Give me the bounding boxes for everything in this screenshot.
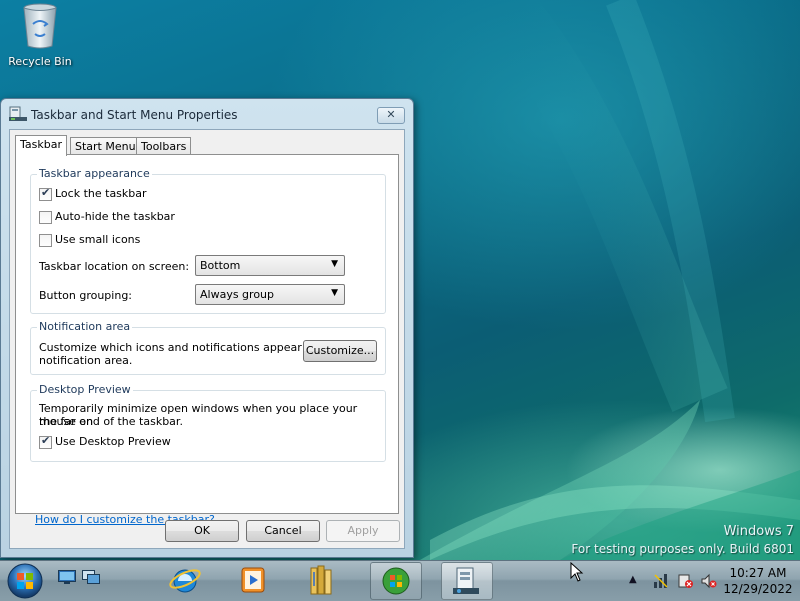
- library-folder-icon[interactable]: [306, 562, 336, 598]
- use-desktop-preview-label: Use Desktop Preview: [55, 435, 171, 448]
- action-center-icon[interactable]: [677, 573, 693, 589]
- cancel-button[interactable]: Cancel: [246, 520, 320, 542]
- close-button[interactable]: ✕: [377, 107, 405, 124]
- taskbar-appearance-group: Taskbar appearance ✔ Lock the taskbar Aut…: [30, 167, 386, 314]
- close-icon: ✕: [386, 108, 396, 121]
- task-button-taskbar-properties[interactable]: [441, 562, 493, 600]
- auto-hide-checkbox[interactable]: Auto-hide the taskbar: [39, 210, 175, 224]
- button-grouping-select[interactable]: Always group ▼: [195, 284, 345, 305]
- taskbar-appearance-legend: Taskbar appearance: [37, 167, 152, 180]
- recycle-bin-shortcut[interactable]: Recycle Bin: [6, 2, 74, 68]
- taskbar-properties-icon: [9, 106, 27, 121]
- tab-start-menu[interactable]: Start Menu: [70, 137, 141, 155]
- notification-text-line1: Customize which icons and notifications …: [39, 341, 337, 354]
- mouse-pointer-icon: [570, 562, 584, 582]
- system-clock[interactable]: 10:27 AM 12/29/2022: [716, 565, 800, 597]
- auto-hide-label: Auto-hide the taskbar: [55, 210, 175, 223]
- tab-toolbars[interactable]: Toolbars: [136, 137, 192, 155]
- switch-windows-icon[interactable]: [82, 570, 100, 584]
- os-watermark-build: For testing purposes only. Build 6801: [571, 542, 794, 556]
- apply-button[interactable]: Apply: [326, 520, 400, 542]
- show-desktop-icon[interactable]: [58, 570, 76, 584]
- lock-taskbar-label: Lock the taskbar: [55, 187, 147, 200]
- customize-button[interactable]: Customize...: [303, 340, 377, 362]
- dropdown-arrow-icon: ▼: [331, 288, 338, 298]
- small-icons-label: Use small icons: [55, 233, 141, 246]
- ok-button[interactable]: OK: [165, 520, 239, 542]
- small-icons-checkbox[interactable]: Use small icons: [39, 233, 140, 247]
- dialog-titlebar[interactable]: Taskbar and Start Menu Properties ✕: [1, 99, 413, 129]
- checkbox-box: ✔: [39, 185, 52, 201]
- checkbox-box: [39, 210, 52, 224]
- checkmark-icon: ✔: [41, 433, 51, 447]
- use-desktop-preview-checkbox[interactable]: ✔ Use Desktop Preview: [39, 433, 171, 449]
- media-player-icon[interactable]: [238, 562, 268, 598]
- button-grouping-label: Button grouping:: [39, 289, 133, 302]
- desktop-preview-legend: Desktop Preview: [37, 383, 133, 396]
- clock-date: 12/29/2022: [723, 582, 793, 596]
- desktop-preview-group: Desktop Preview Temporarily minimize ope…: [30, 383, 386, 462]
- dialog-title: Taskbar and Start Menu Properties: [31, 108, 238, 122]
- taskbar-tab-panel: Taskbar appearance ✔ Lock the taskbar Aut…: [15, 154, 399, 526]
- recycle-bin-label: Recycle Bin: [8, 55, 72, 68]
- checkbox-box: ✔: [39, 433, 52, 449]
- windows-start-orb-icon[interactable]: [6, 562, 44, 600]
- taskbar-location-label: Taskbar location on screen:: [39, 260, 190, 273]
- clock-time: 10:27 AM: [729, 566, 787, 580]
- checkbox-box: [39, 233, 52, 247]
- volume-muted-icon[interactable]: [701, 573, 717, 589]
- dropdown-arrow-icon: ▼: [331, 259, 338, 269]
- desktop-preview-text-line2: the far end of the taskbar.: [39, 415, 183, 428]
- taskbar-location-value: Bottom: [200, 259, 241, 272]
- show-hidden-icons-arrow[interactable]: ▲: [629, 574, 637, 585]
- recycle-bin-icon: [23, 3, 57, 49]
- notification-area-group: Notification area Customize which icons …: [30, 320, 386, 375]
- lock-taskbar-checkbox[interactable]: ✔ Lock the taskbar: [39, 185, 147, 201]
- os-watermark-title: Windows 7: [723, 524, 794, 539]
- button-grouping-value: Always group: [200, 288, 275, 301]
- taskbar: ▲ 10:27 AM 12/29/2022: [0, 560, 800, 601]
- network-icon[interactable]: [653, 573, 669, 589]
- taskbar-properties-task-icon: [453, 567, 479, 594]
- internet-explorer-icon[interactable]: [168, 562, 202, 598]
- task-button-windows-orb[interactable]: [370, 562, 422, 600]
- tab-taskbar[interactable]: Taskbar: [15, 135, 67, 156]
- taskbar-location-select[interactable]: Bottom ▼: [195, 255, 345, 276]
- checkmark-icon: ✔: [41, 185, 51, 199]
- dialog-client-area: Taskbar Start Menu Toolbars Taskbar appe…: [9, 129, 405, 549]
- notification-text-line2: notification area.: [39, 354, 133, 367]
- windows-orb-task-icon: [382, 567, 410, 595]
- taskbar-properties-dialog: Taskbar and Start Menu Properties ✕ Task…: [0, 98, 414, 558]
- notification-area-legend: Notification area: [37, 320, 133, 333]
